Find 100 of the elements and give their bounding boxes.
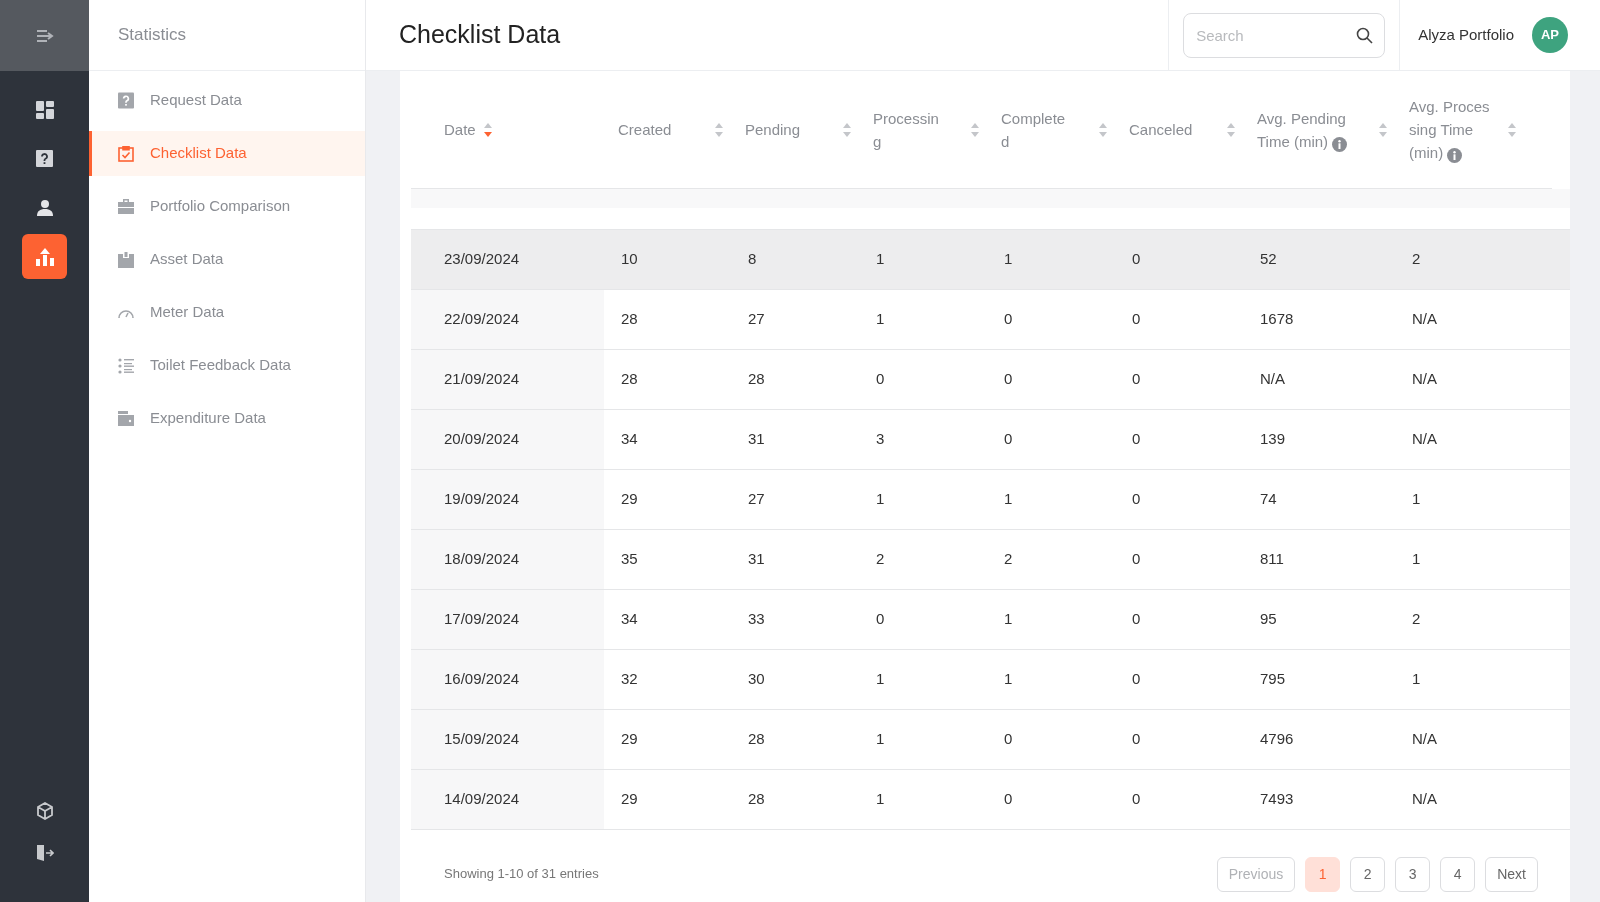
- sort-icon[interactable]: [1379, 122, 1387, 137]
- table-row[interactable]: 16/09/2024 32 30 1 1 0 795 1: [411, 650, 1570, 710]
- table-cell-text: 1: [1004, 669, 1013, 690]
- table-cell-text: 1: [876, 249, 885, 270]
- table-cell-text: 0: [1004, 369, 1013, 390]
- rail-button[interactable]: [22, 234, 67, 279]
- table-cell-text: 23/09/2024: [444, 249, 520, 270]
- menu-icon[interactable]: [35, 28, 54, 43]
- sidebar-title: Statistics: [118, 24, 187, 47]
- page-button[interactable]: 3: [1395, 856, 1431, 892]
- sort-icon[interactable]: [1099, 122, 1107, 137]
- table-row[interactable]: 14/09/2024 29 28 1 0 0 7493 N/A: [411, 770, 1570, 830]
- sidebar-item[interactable]: Portfolio Comparison: [89, 184, 365, 229]
- table-cell-text: 0: [1132, 669, 1141, 690]
- sidebar-item[interactable]: Expenditure Data: [89, 396, 365, 441]
- cube-icon[interactable]: [35, 802, 54, 820]
- table-row[interactable]: 15/09/2024 29 28 1 0 0 4796 N/A: [411, 710, 1570, 770]
- table-cell-text: 17/09/2024: [444, 609, 520, 630]
- table-cell-text: 2: [1412, 609, 1421, 630]
- table-cell-text: 1: [1004, 489, 1013, 510]
- table-cell-text: 52: [1260, 249, 1277, 270]
- table-row[interactable]: 22/09/2024 28 27 1 0 0 1678 N/A: [411, 290, 1570, 350]
- table-cell-text: 34: [621, 609, 638, 630]
- page-button[interactable]: 1: [1305, 856, 1341, 892]
- previous-button[interactable]: Previous: [1216, 856, 1296, 892]
- table-cell-text: 0: [1132, 609, 1141, 630]
- table-cell-text: 1: [876, 309, 885, 330]
- table-cell-text: 0: [1004, 429, 1013, 450]
- checklist-icon: [118, 145, 134, 162]
- sort-icon[interactable]: [971, 122, 979, 137]
- table-cell-text: 0: [1132, 309, 1141, 330]
- table-cell-text: 1: [1412, 489, 1421, 510]
- table-cell-text: 0: [1132, 729, 1141, 750]
- table-cell-text: 0: [876, 609, 885, 630]
- column-header[interactable]: Pending: [745, 118, 801, 141]
- table-cell-text: 1: [1004, 609, 1013, 630]
- sidebar-item[interactable]: Toilet Feedback Data: [89, 343, 365, 388]
- table-cell-text: 22/09/2024: [444, 309, 520, 330]
- search-field[interactable]: Search: [1183, 12, 1386, 58]
- table-cell-text: 28: [621, 369, 638, 390]
- table-cell-text: 0: [1004, 729, 1013, 750]
- table-cell-text: 0: [1132, 369, 1141, 390]
- table-row[interactable]: 23/09/2024 10 8 1 1 0 52 2: [411, 230, 1570, 290]
- table-cell-text: 14/09/2024: [444, 789, 520, 810]
- sidebar-item[interactable]: Checklist Data: [89, 131, 365, 176]
- table-cell-text: 28: [748, 729, 765, 750]
- sort-icon[interactable]: [1508, 122, 1516, 137]
- box-icon: [118, 251, 134, 268]
- search-icon: [1356, 26, 1374, 44]
- user-name: Alyza Portfolio: [1418, 24, 1514, 45]
- table-cell-text: 139: [1260, 429, 1286, 450]
- table-cell-text: 27: [748, 309, 765, 330]
- column-header[interactable]: Processing: [873, 106, 939, 153]
- column-header[interactable]: Date: [444, 118, 476, 141]
- table-cell-text: N/A: [1412, 429, 1437, 450]
- table-cell-text: 7493: [1260, 789, 1294, 810]
- table-row[interactable]: 21/09/2024 28 28 0 0 0 N/A N/A: [411, 350, 1570, 410]
- table-row[interactable]: 20/09/2024 34 31 3 0 0 139 N/A: [411, 410, 1570, 470]
- column-header[interactable]: Avg. Processing Time (min): [1409, 95, 1492, 164]
- table-cell-text: 2: [1004, 549, 1013, 570]
- sidebar-item[interactable]: Meter Data: [89, 290, 365, 335]
- logout-icon[interactable]: [35, 844, 54, 862]
- table-cell-text: 35: [621, 549, 638, 570]
- gauge-icon: [118, 307, 134, 318]
- table-cell-text: 8: [748, 249, 757, 270]
- column-header[interactable]: Avg. Pending Time (min): [1257, 106, 1351, 153]
- column-header[interactable]: Canceled: [1129, 118, 1193, 141]
- column-header[interactable]: Created: [618, 118, 672, 141]
- table-cell-text: 29: [621, 729, 638, 750]
- page-button[interactable]: 4: [1440, 856, 1476, 892]
- next-button[interactable]: Next: [1485, 856, 1538, 892]
- table-cell-text: 0: [1132, 549, 1141, 570]
- table-cell-text: 0: [1132, 249, 1141, 270]
- sort-icon[interactable]: [1227, 122, 1235, 137]
- chart-icon: [35, 247, 54, 266]
- page-title: Checklist Data: [399, 19, 561, 51]
- table-cell-text: 32: [621, 669, 638, 690]
- table-cell-text: N/A: [1412, 369, 1437, 390]
- sidebar-item[interactable]: Request Data: [89, 78, 365, 123]
- sort-icon[interactable]: [843, 122, 851, 137]
- page-button[interactable]: 2: [1350, 856, 1386, 892]
- column-header[interactable]: Completed: [1001, 106, 1067, 153]
- sidebar-item[interactable]: Asset Data: [89, 237, 365, 282]
- table-cell-text: 0: [1132, 489, 1141, 510]
- table-cell-text: 34: [621, 429, 638, 450]
- table-cell-text: 29: [621, 489, 638, 510]
- table-cell-text: 0: [1004, 309, 1013, 330]
- user-avatar[interactable]: AP: [1532, 17, 1568, 53]
- table-cell-text: 19/09/2024: [444, 489, 520, 510]
- table-cell-text: 2: [876, 549, 885, 570]
- table-cell-text: 1: [876, 669, 885, 690]
- table-row[interactable]: 19/09/2024 29 27 1 1 0 74 1: [411, 470, 1570, 530]
- person-icon: [36, 199, 53, 216]
- table-cell-text: 1: [876, 729, 885, 750]
- table-cell-text: N/A: [1412, 789, 1437, 810]
- table-row[interactable]: 17/09/2024 34 33 0 1 0 95 2: [411, 590, 1570, 650]
- table-cell-text: 20/09/2024: [444, 429, 520, 450]
- sort-icon[interactable]: [715, 122, 723, 137]
- table-row[interactable]: 18/09/2024 35 31 2 2 0 811 1: [411, 530, 1570, 590]
- sort-icon[interactable]: [483, 122, 492, 137]
